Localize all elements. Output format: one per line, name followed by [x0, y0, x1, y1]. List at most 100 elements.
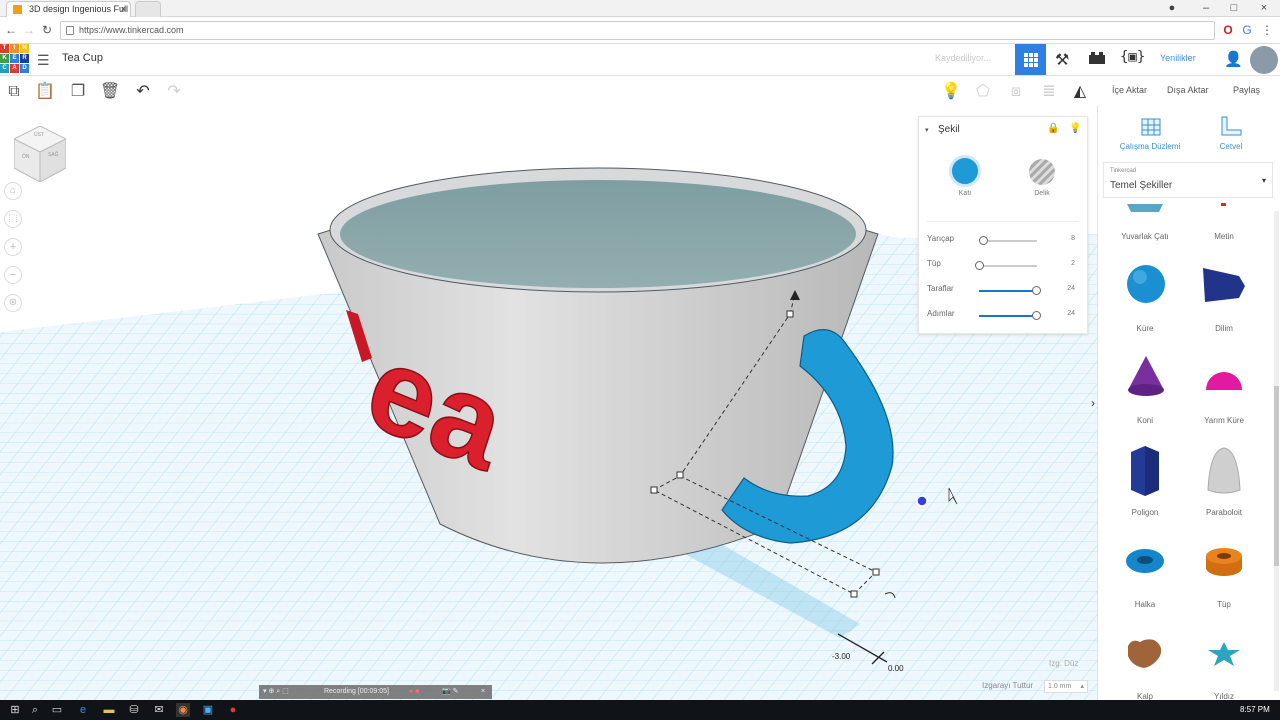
avatar[interactable] [1250, 46, 1278, 74]
collapse-arrow-icon[interactable]: ▾ [925, 126, 929, 134]
shape-sphere[interactable]: Küre [1106, 258, 1184, 350]
rec-close-icon[interactable]: × [481, 685, 485, 699]
param-value[interactable]: 24 [1067, 285, 1075, 292]
mirror-icon[interactable]: ◭ [1069, 81, 1091, 103]
group-icon[interactable]: ⬠ [972, 81, 994, 103]
shape-paraboloid[interactable]: Paraboloit [1185, 442, 1263, 534]
lock-icon[interactable]: 🔒 [1047, 123, 1059, 134]
design-title[interactable]: Tea Cup [62, 52, 103, 64]
edit-grid-button[interactable]: Izg. Düz [1049, 659, 1078, 668]
heart-icon [1128, 639, 1162, 668]
home-view-icon[interactable]: ⌂ [4, 182, 22, 200]
zoom-in-icon[interactable]: + [4, 238, 22, 256]
shape-polygon[interactable]: Poligon [1106, 442, 1184, 534]
light-bulb-icon[interactable]: 💡 [940, 81, 962, 103]
rec-menu-icon[interactable]: ▾ ⊕ ⌕ ⬚ [263, 685, 289, 699]
chevron-up-icon: ▴ [1080, 683, 1084, 690]
add-user-icon[interactable]: 👤 [1224, 50, 1243, 68]
delete-icon[interactable]: 🗑 [99, 81, 121, 103]
scrollbar[interactable] [1274, 211, 1279, 691]
sides-slider[interactable] [979, 286, 1041, 295]
mail-icon[interactable]: ✉ [152, 703, 166, 717]
workplane-button[interactable]: Çalışma Düzlemi [1118, 142, 1182, 151]
ruler-icon[interactable] [1219, 115, 1243, 137]
shape-tube[interactable]: Tüp [1185, 534, 1263, 626]
ruler-button[interactable]: Cetvel [1208, 142, 1254, 151]
url-field[interactable]: https://www.tinkercad.com [60, 21, 1215, 40]
close-window-button[interactable]: × [1250, 0, 1278, 16]
grid-view-icon [1024, 53, 1038, 67]
dimension-label-a[interactable]: -3.00 [832, 652, 850, 661]
close-tab-icon[interactable]: × [121, 2, 126, 17]
chrome-icon[interactable]: ◉ [176, 703, 190, 717]
workplane-icon[interactable] [1140, 115, 1162, 137]
redo-icon[interactable]: ↷ [163, 81, 185, 103]
bricks-icon[interactable] [1088, 51, 1106, 65]
shape-text[interactable]: Metin [1185, 166, 1263, 258]
tube-slider[interactable] [975, 261, 1037, 270]
param-value[interactable]: 2 [1071, 260, 1075, 267]
blocks-pickaxe-icon[interactable]: ⚒ [1055, 50, 1069, 70]
tinkercad-logo[interactable]: T I N K E R C A D [0, 44, 30, 74]
minimize-button[interactable]: – [1192, 0, 1220, 16]
dimension-label-b[interactable]: 0.00 [888, 664, 904, 673]
shape-round-roof[interactable]: Yuvarlak Çatı [1106, 166, 1184, 258]
browser-tab[interactable]: 3D design Ingenious Full × [6, 1, 131, 17]
radius-slider[interactable] [979, 236, 1037, 245]
rec-stop-icon[interactable]: ● ■ [409, 685, 419, 699]
back-icon[interactable]: ← [4, 23, 18, 37]
rec-camera-icon[interactable]: 📷 ✎ [442, 685, 459, 699]
hole-button[interactable] [1029, 159, 1055, 185]
share-button[interactable]: Paylaş [1233, 85, 1260, 95]
zoom-out-icon[interactable]: − [4, 266, 22, 284]
solid-button[interactable] [949, 155, 981, 187]
store-icon[interactable]: ⛁ [127, 703, 141, 717]
param-value[interactable]: 8 [1071, 235, 1075, 242]
inspector-title: Şekil [938, 124, 960, 135]
design-list-icon[interactable]: ☰ [37, 52, 50, 69]
shape-half-sphere[interactable]: Yarım Küre [1185, 350, 1263, 442]
perspective-icon[interactable]: ⊛ [4, 294, 22, 312]
file-explorer-icon[interactable]: ▬ [102, 703, 116, 717]
copy-icon[interactable]: ⧉ [3, 81, 25, 103]
opera-icon[interactable]: O [1221, 23, 1235, 37]
forward-icon[interactable]: → [22, 23, 36, 37]
edge-icon[interactable]: e [76, 703, 90, 717]
maximize-button[interactable]: □ [1220, 0, 1248, 16]
steps-slider[interactable] [979, 311, 1041, 320]
import-button[interactable]: İçe Aktar [1112, 85, 1147, 95]
duplicate-icon[interactable]: ❐ [67, 81, 89, 103]
shape-cone[interactable]: Koni [1106, 350, 1184, 442]
snap-grid-label: Izgarayı Tuttur [982, 681, 1034, 690]
shape-inspector: ▾ Şekil 🔒 💡 Katı Delik Yarıçap 8 Tüp 2 T… [918, 116, 1088, 334]
new-tab-button[interactable] [135, 1, 161, 17]
ungroup-icon[interactable]: ⧈ [1005, 81, 1027, 103]
round-roof-icon [1127, 204, 1163, 212]
snap-grid-select[interactable]: 1.0 mm ▴ [1044, 680, 1088, 693]
undo-icon[interactable]: ↶ [132, 81, 154, 103]
search-icon[interactable]: ⌕ [28, 703, 42, 717]
3d-view-button[interactable] [1015, 44, 1046, 75]
export-button[interactable]: Dışa Aktar [1167, 85, 1209, 95]
fit-view-icon[interactable]: ⬚ [4, 210, 22, 228]
whats-new-link[interactable]: Yenilikler [1160, 53, 1196, 63]
collapse-panel-icon[interactable]: › [1091, 396, 1095, 410]
reload-icon[interactable]: ↻ [40, 23, 54, 37]
shape-label: Metin [1214, 232, 1234, 241]
align-icon[interactable]: ≣ [1038, 81, 1060, 103]
task-view-icon[interactable]: ▭ [50, 703, 64, 717]
param-value[interactable]: 24 [1067, 310, 1075, 317]
view-cube-top-label: ÜST [34, 132, 44, 138]
translate-icon[interactable]: G [1240, 23, 1254, 37]
paste-icon[interactable]: 📋 [34, 81, 56, 103]
view-cube[interactable]: ÜST ÖN SAĞ [12, 125, 68, 183]
light-bulb-small-icon[interactable]: 💡 [1069, 123, 1081, 134]
browser-menu-icon[interactable]: ⋮ [1260, 23, 1274, 37]
shape-wedge[interactable]: Dilim [1185, 258, 1263, 350]
codeblocks-icon[interactable]: {▣} [1120, 49, 1145, 65]
recorder-icon[interactable]: ● [226, 703, 240, 717]
shape-torus[interactable]: Halka [1106, 534, 1184, 626]
windows-start-icon[interactable]: ⊞ [8, 703, 22, 717]
profile-icon[interactable]: ● [1158, 0, 1186, 16]
photoshop-icon[interactable]: ▣ [201, 703, 215, 717]
